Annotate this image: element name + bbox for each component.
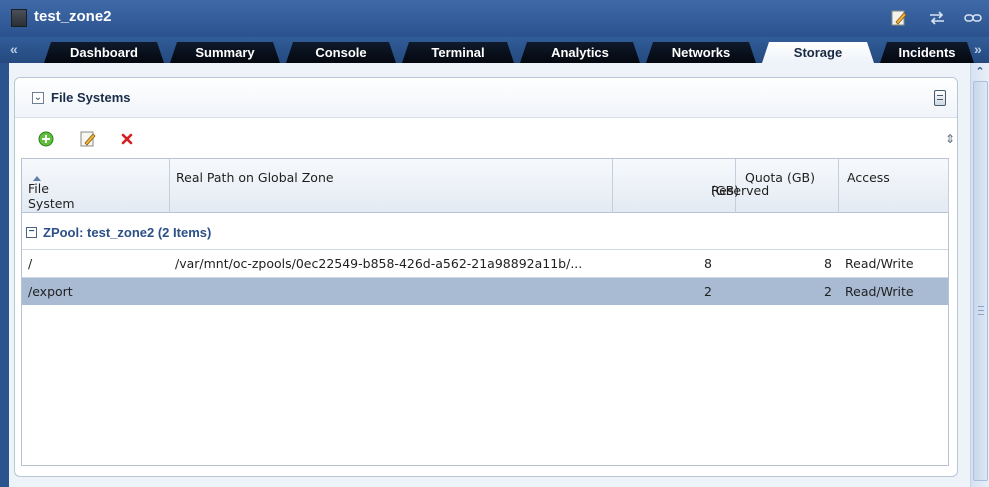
panel-header: ⌄ File Systems xyxy=(15,78,957,118)
scrollbar-grip-icon xyxy=(978,306,984,315)
tab-incidents[interactable]: Incidents xyxy=(880,42,974,63)
column-label: Access xyxy=(847,170,890,185)
column-header-reserved[interactable]: Reserved (GB) xyxy=(613,159,769,213)
column-label: Real Path on Global Zone xyxy=(176,170,334,185)
panel-toolbar: ⇕ xyxy=(15,118,957,158)
column-label: File System xyxy=(28,181,75,211)
window-title-bar: test_zone2 xyxy=(0,0,989,37)
edit-icon xyxy=(80,131,96,147)
link-icon xyxy=(964,14,982,22)
swap-arrows-icon xyxy=(930,11,944,25)
tab-terminal[interactable]: Terminal xyxy=(402,42,514,63)
group-row-zpool[interactable]: − ZPool: test_zone2 (2 Items) xyxy=(22,221,948,247)
cell-reserved: 8 xyxy=(704,256,712,271)
column-header-real-path[interactable]: Real Path on Global Zone xyxy=(170,159,613,213)
tab-dashboard[interactable]: Dashboard xyxy=(44,42,164,63)
file-systems-panel: ⌄ File Systems ⇕ File System Real Path o… xyxy=(14,77,958,477)
tab-bar: « Dashboard Summary Console Terminal Ana… xyxy=(0,37,989,63)
tab-analytics[interactable]: Analytics xyxy=(520,42,640,63)
delete-icon xyxy=(121,133,133,145)
zone-icon xyxy=(11,9,27,27)
table-row[interactable]: /export 2 2 Read/Write xyxy=(22,277,948,305)
scroll-up-icon[interactable]: ⌃ xyxy=(973,65,987,79)
column-header-access[interactable]: Access xyxy=(839,159,949,213)
table-header: File System Real Path on Global Zone Res… xyxy=(22,159,949,213)
transfer-button[interactable] xyxy=(926,8,948,28)
cell-quota: 2 xyxy=(824,284,832,299)
edit-icon xyxy=(891,10,907,26)
link-button[interactable] xyxy=(962,8,984,28)
cell-quota: 8 xyxy=(824,256,832,271)
column-header-quota[interactable]: Quota (GB) xyxy=(736,159,839,213)
edit-zone-button[interactable] xyxy=(888,8,910,28)
tab-console[interactable]: Console xyxy=(286,42,396,63)
panel-title: File Systems xyxy=(51,90,131,105)
cell-reserved: 2 xyxy=(704,284,712,299)
tab-scroll-right-icon[interactable]: » xyxy=(974,41,982,57)
collapse-group-icon[interactable]: − xyxy=(26,227,37,238)
cell-real-path: /var/mnt/oc-zpools/0ec22549-b858-426d-a5… xyxy=(175,256,583,271)
cell-file-system: /export xyxy=(28,284,73,299)
refresh-icon[interactable]: ⇕ xyxy=(945,132,955,146)
column-label: Quota (GB) xyxy=(745,170,815,185)
collapse-panel-icon[interactable]: ⌄ xyxy=(32,92,44,104)
left-edge-bar xyxy=(0,63,9,487)
cell-access: Read/Write xyxy=(845,284,914,299)
panel-menu-icon[interactable] xyxy=(934,90,946,106)
table-row[interactable]: / /var/mnt/oc-zpools/0ec22549-b858-426d-… xyxy=(22,249,948,277)
edit-file-system-button[interactable] xyxy=(79,130,97,148)
scrollbar-thumb[interactable] xyxy=(973,81,988,481)
vertical-scrollbar[interactable]: ⌃ xyxy=(970,63,989,487)
tab-networks[interactable]: Networks xyxy=(646,42,756,63)
column-header-file-system[interactable]: File System xyxy=(22,159,170,213)
cell-access: Read/Write xyxy=(845,256,914,271)
tab-storage[interactable]: Storage xyxy=(762,42,874,63)
group-label: ZPool: test_zone2 (2 Items) xyxy=(43,225,212,240)
add-file-system-button[interactable] xyxy=(37,130,55,148)
window-title: test_zone2 xyxy=(34,8,112,25)
tab-scroll-left-icon[interactable]: « xyxy=(10,41,18,57)
cell-file-system: / xyxy=(28,256,33,271)
delete-file-system-button[interactable] xyxy=(118,130,136,148)
tab-summary[interactable]: Summary xyxy=(170,42,280,63)
file-systems-table: File System Real Path on Global Zone Res… xyxy=(21,158,949,466)
add-icon xyxy=(38,131,54,147)
